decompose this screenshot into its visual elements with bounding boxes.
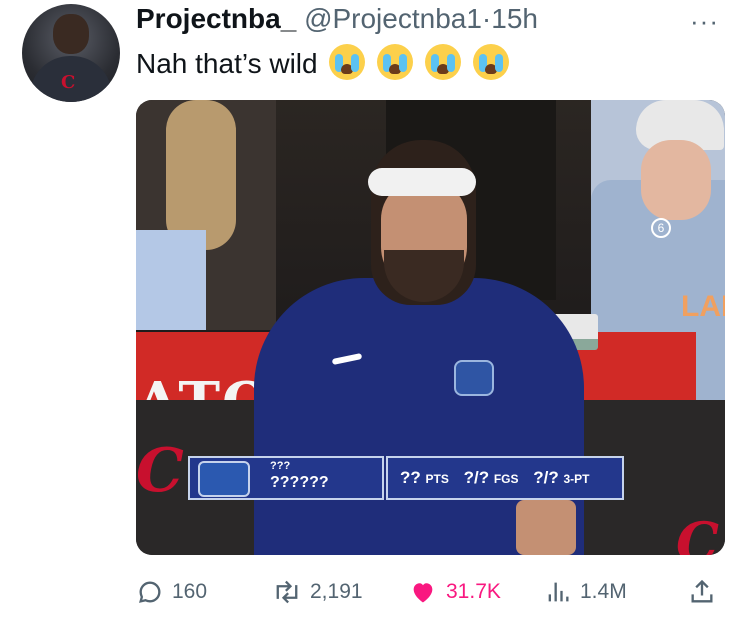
display-name[interactable]: Projectnba_ [136, 3, 296, 34]
stat-pts-label: PTS [425, 472, 449, 486]
jersey-text: LAND [681, 290, 725, 323]
reply-icon [139, 581, 161, 603]
user-handle[interactable]: @Projectnba1 [304, 3, 482, 34]
avatar-head [53, 14, 89, 54]
stat-fgs-value: ?/? [463, 468, 490, 487]
grizzlies-logo-icon [198, 461, 250, 497]
share-button[interactable] [688, 572, 724, 612]
tweet-actions: 160 2,191 31.7K 1.4M [136, 572, 726, 612]
views-button[interactable]: 1.4M [544, 572, 627, 612]
loudly-crying-face-icon [424, 44, 461, 80]
loudly-crying-face-icon [377, 44, 414, 80]
reply-button[interactable]: 160 [136, 572, 207, 612]
stat-pts-value: ?? [400, 468, 421, 487]
player-headband [368, 168, 476, 196]
player-first-name: ??? [270, 460, 291, 472]
jersey-number: 6 [651, 218, 671, 238]
separator-dot: · [481, 3, 492, 34]
background-fan-shirt [136, 230, 206, 330]
tweet-image[interactable]: 6 LAND ATO C C ??? ?????? ?? PTS ?/? FGS… [136, 100, 725, 555]
player-stats-panel: ?? PTS ?/? FGS ?/? 3-PT [386, 456, 624, 500]
tweet-body: Nah that’s wild [136, 48, 318, 79]
court-logo-left: C [136, 436, 184, 506]
swoosh-logo [331, 352, 363, 366]
player-stat-graphic: ??? ?????? ?? PTS ?/? FGS ?/? 3-PT [188, 456, 624, 500]
timestamp[interactable]: 15h [491, 3, 538, 34]
tweet-header: Projectnba_ @Projectnba1·15h [136, 2, 538, 36]
reply-count: 160 [172, 580, 208, 603]
views-count: 1.4M [580, 580, 627, 603]
stat-3pt-label: 3-PT [563, 472, 590, 486]
retweet-count: 2,191 [310, 580, 363, 603]
tweet-text: Nah that’s wild [136, 44, 509, 81]
profile-avatar[interactable]: C [22, 4, 120, 102]
like-button[interactable]: 31.7K [408, 572, 501, 612]
player-arm [516, 500, 576, 555]
avatar-logo: C [61, 72, 76, 93]
loudly-crying-face-icon [329, 44, 366, 80]
views-chart-icon [548, 582, 569, 602]
team-logo [454, 360, 494, 396]
stat-3pt-value: ?/? [533, 468, 559, 487]
court-logo-right: C [676, 510, 719, 555]
player-last-name: ?????? [270, 474, 329, 491]
player-name-panel: ??? ?????? [188, 456, 384, 500]
share-icon [691, 579, 713, 603]
loudly-crying-face-icon [472, 44, 509, 80]
more-horizontal-icon[interactable]: ··· [690, 6, 719, 37]
retweet-icon [276, 580, 298, 604]
heart-icon [413, 583, 433, 603]
like-count: 31.7K [446, 580, 501, 603]
retweet-button[interactable]: 2,191 [272, 572, 363, 612]
stat-fgs-label: FGS [493, 472, 519, 486]
